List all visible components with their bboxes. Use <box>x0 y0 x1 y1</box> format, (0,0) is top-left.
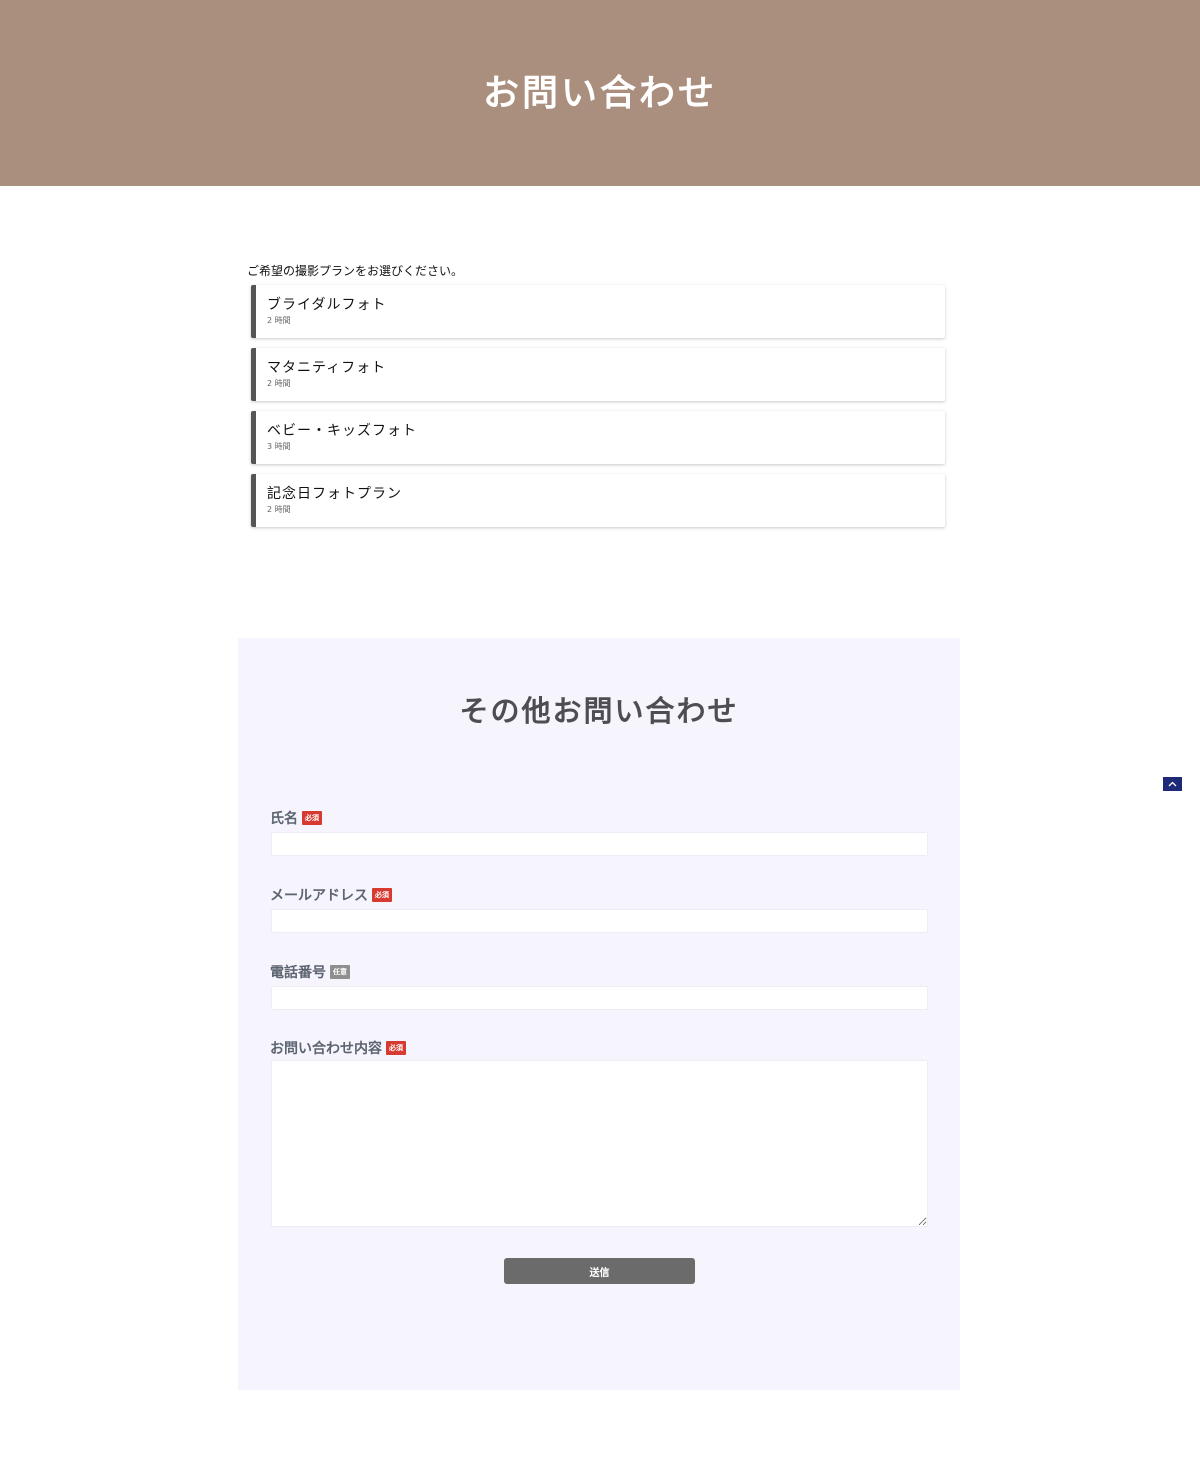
message-field-label: お問い合わせ内容 必須 <box>270 1038 406 1058</box>
phone-input[interactable] <box>271 986 928 1010</box>
email-input[interactable] <box>271 909 928 933</box>
phone-field-label: 電話番号 任意 <box>270 962 350 982</box>
plan-card-anniversary[interactable]: 記念日フォトプラン 2 時間 <box>251 474 945 527</box>
email-field-label: メールアドレス 必須 <box>270 885 392 905</box>
contact-form-title: その他お問い合わせ <box>459 694 739 728</box>
plan-duration: 2 時間 <box>267 379 291 388</box>
optional-badge: 任意 <box>330 965 350 979</box>
chevron-up-icon <box>1168 781 1177 787</box>
plan-name: ベビー・キッズフォト <box>267 423 417 439</box>
required-badge: 必須 <box>302 811 322 825</box>
plan-name: マタニティフォト <box>267 360 387 376</box>
phone-label-text: 電話番号 <box>270 965 326 981</box>
plan-prompt: ご希望の撮影プランをお選びください。 <box>247 264 464 278</box>
plan-name: ブライダルフォト <box>267 297 387 313</box>
name-input[interactable] <box>271 832 928 856</box>
page-title: お問い合わせ <box>482 72 717 114</box>
name-field-label: 氏名 必須 <box>270 808 322 828</box>
name-label-text: 氏名 <box>270 811 298 827</box>
plan-list: ブライダルフォト 2 時間 マタニティフォト 2 時間 ベビー・キッズフォト 3… <box>251 285 945 537</box>
plan-duration: 2 時間 <box>267 316 291 325</box>
plan-card-bridal[interactable]: ブライダルフォト 2 時間 <box>251 285 945 338</box>
plan-duration: 3 時間 <box>267 442 291 451</box>
plan-card-baby-kids[interactable]: ベビー・キッズフォト 3 時間 <box>251 411 945 464</box>
required-badge: 必須 <box>372 888 392 902</box>
contact-form-panel: その他お問い合わせ 氏名 必須 メールアドレス 必須 電話番号 任意 お問い合わ… <box>238 638 960 1390</box>
plan-duration: 2 時間 <box>267 505 291 514</box>
message-textarea[interactable] <box>271 1060 928 1227</box>
page-header: お問い合わせ <box>0 0 1200 186</box>
required-badge: 必須 <box>386 1041 406 1055</box>
email-label-text: メールアドレス <box>270 888 368 904</box>
plan-name: 記念日フォトプラン <box>267 486 402 502</box>
back-to-top-button[interactable] <box>1163 777 1182 791</box>
message-label-text: お問い合わせ内容 <box>270 1041 382 1057</box>
submit-button[interactable]: 送信 <box>504 1258 695 1284</box>
plan-card-maternity[interactable]: マタニティフォト 2 時間 <box>251 348 945 401</box>
